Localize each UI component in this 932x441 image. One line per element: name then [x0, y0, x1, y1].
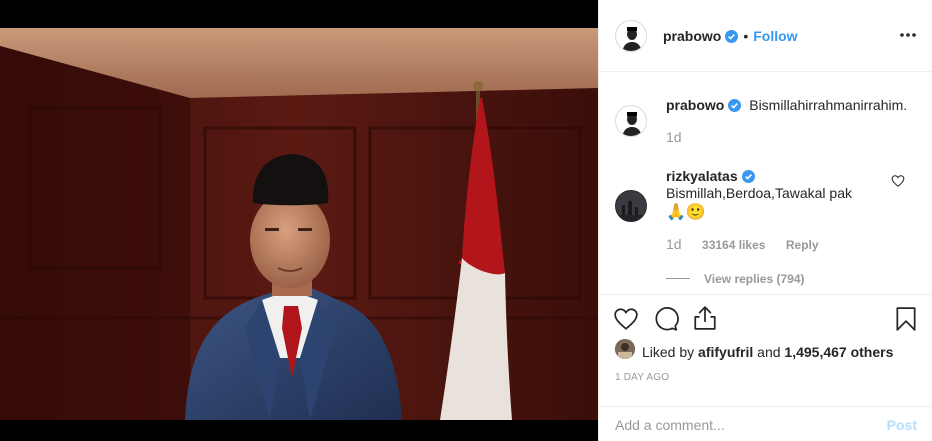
header-separator: •	[743, 28, 749, 44]
comment-text: Bismillah,Berdoa,Tawakal pak	[666, 185, 852, 201]
share-icon[interactable]	[692, 305, 718, 331]
likes-summary: Liked by afifyufril and 1,495,467 others	[642, 344, 893, 360]
post-header: prabowo • Follow	[599, 0, 932, 72]
post-comment-button[interactable]: Post	[887, 417, 917, 433]
verified-badge-icon	[728, 99, 742, 112]
comment-meta: 1d 33164 likes Reply	[666, 236, 819, 254]
commenter-username[interactable]: rizkyalatas	[666, 168, 738, 184]
verified-badge-icon	[725, 30, 739, 43]
caption-author-avatar[interactable]	[615, 105, 647, 137]
comment-reply-button[interactable]: Reply	[786, 238, 819, 252]
add-comment-bar: Post	[599, 406, 932, 441]
post-actions: Liked by afifyufril and 1,495,467 others…	[599, 294, 932, 406]
comment-header: rizkyalatas	[666, 168, 755, 184]
comment-input[interactable]	[615, 415, 865, 435]
post-image-illustration	[0, 28, 598, 420]
bookmark-icon[interactable]	[893, 306, 919, 332]
view-replies-label[interactable]: View replies (794)	[704, 272, 805, 286]
likes-prefix: Liked by	[642, 344, 695, 360]
caption-text: Bismillahirrahmanirrahim.	[749, 97, 908, 113]
replies-divider	[666, 278, 690, 280]
follow-button[interactable]: Follow	[753, 28, 797, 44]
likes-and: and	[757, 344, 781, 360]
liked-by-username[interactable]: afifyufril	[698, 344, 753, 360]
small-heart-icon[interactable]	[891, 174, 905, 188]
caption: prabowo Bismillahirrahmanirrahim.	[666, 97, 907, 113]
commenter-avatar[interactable]	[615, 190, 647, 222]
post-side-panel: prabowo • Follow prabowo Bismillahirrahman…	[598, 0, 932, 441]
comment-likes[interactable]: 33164 likes	[702, 238, 765, 252]
comment-bubble-icon[interactable]	[653, 306, 679, 332]
post-date[interactable]: 1 DAY AGO	[615, 372, 669, 383]
view-replies[interactable]: View replies (794)	[666, 270, 805, 288]
liker-avatar[interactable]	[615, 339, 635, 359]
heart-icon[interactable]	[613, 306, 639, 332]
verified-badge-icon	[741, 170, 755, 183]
likes-count[interactable]: 1,495,467 others	[784, 344, 893, 360]
author-username[interactable]: prabowo	[663, 28, 721, 44]
caption-username[interactable]: prabowo	[666, 97, 724, 113]
more-options-icon[interactable]	[899, 26, 917, 44]
caption-time[interactable]: 1d	[666, 129, 682, 145]
comments-section: prabowo Bismillahirrahmanirrahim. 1d riz…	[599, 72, 932, 294]
post-photo[interactable]	[0, 28, 598, 420]
comment-emoji: 🙏🙂	[666, 204, 706, 221]
author-avatar[interactable]	[615, 20, 647, 52]
comment-time[interactable]: 1d	[666, 236, 682, 252]
